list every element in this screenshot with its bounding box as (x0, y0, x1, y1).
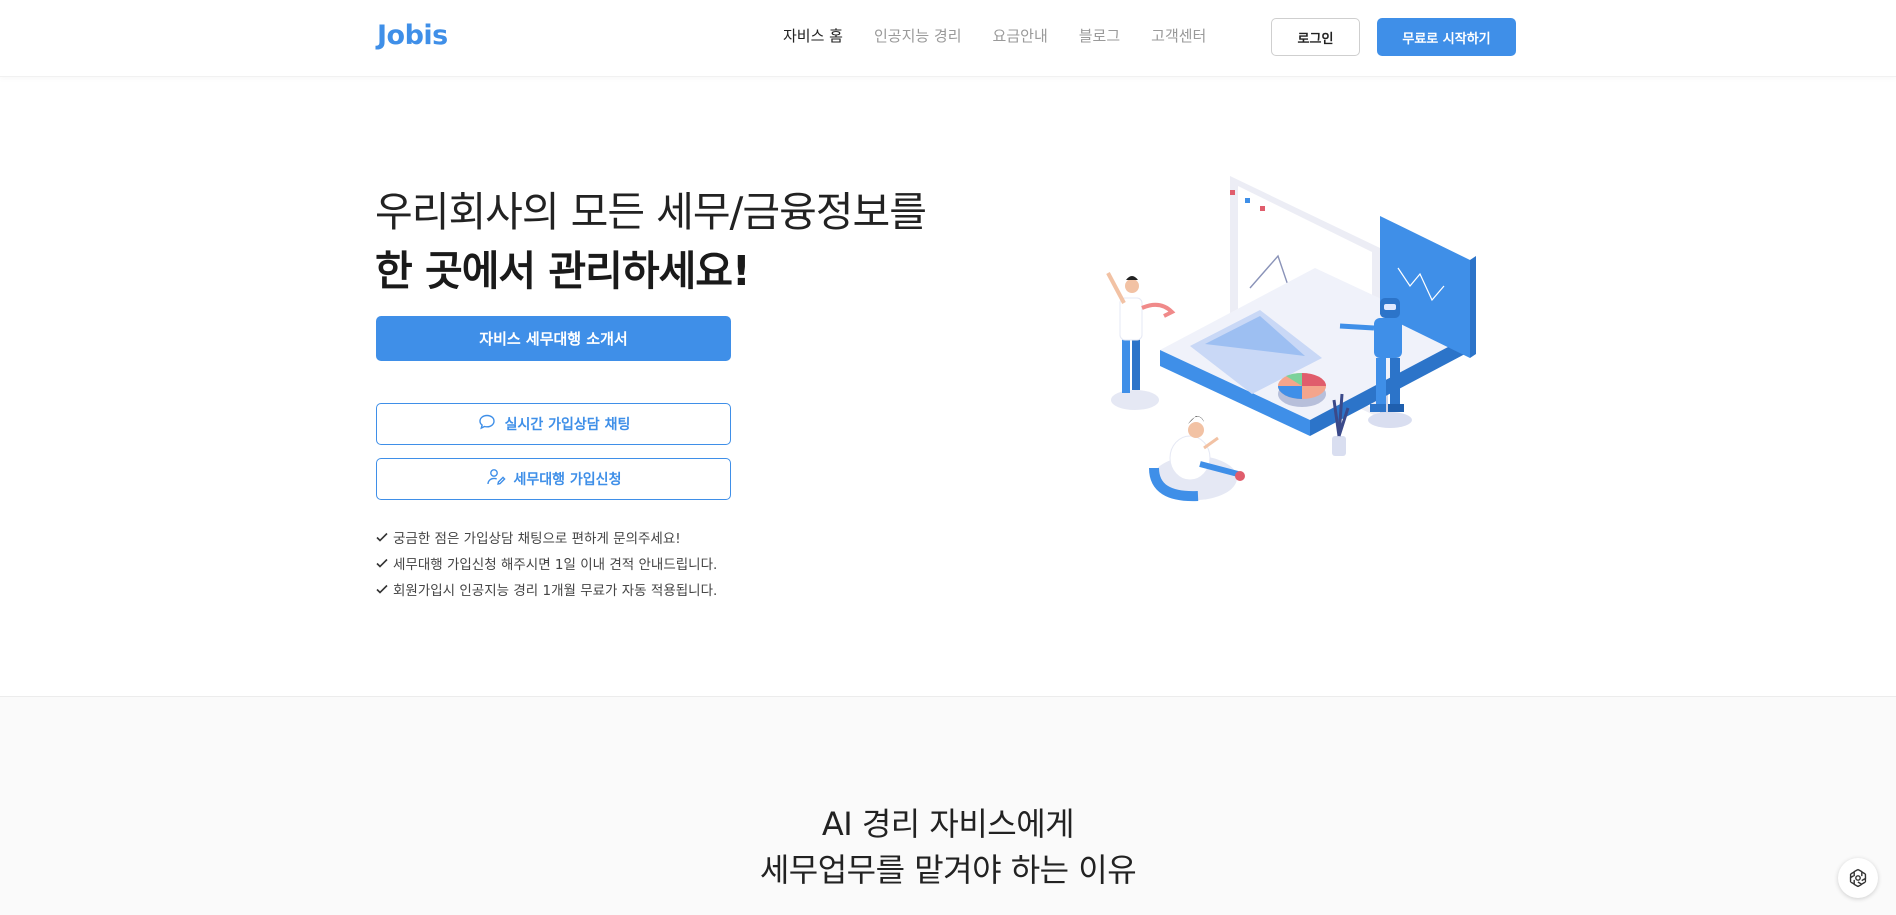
notes-list: 궁금한 점은 가입상담 채팅으로 편하게 문의주세요! 세무대행 가입신청 해주… (375, 524, 717, 602)
list-item: 궁금한 점은 가입상담 채팅으로 편하게 문의주세요! (375, 524, 717, 550)
check-icon (376, 532, 388, 542)
logo[interactable]: Jobis (377, 20, 448, 51)
main-nav: 자비스 홈 인공지능 경리 요금안내 블로그 고객센터 (783, 25, 1237, 46)
nav-item-pricing[interactable]: 요금안내 (993, 25, 1048, 46)
why-title-line1: AI 경리 자비스에게 (821, 805, 1075, 843)
nav-item-ai-bookkeeper[interactable]: 인공지능 경리 (874, 25, 962, 46)
hero-illustration (1106, 176, 1476, 502)
apply-label: 세무대행 가입신청 (513, 472, 622, 488)
why-title-line2: 세무업무를 맡겨야 하는 이유 (759, 851, 1137, 889)
top-navbar: Jobis 자비스 홈 인공지능 경리 요금안내 블로그 고객센터 로그인 무료… (0, 0, 1896, 77)
live-chat-label: 실시간 가입상담 채팅 (504, 417, 631, 433)
list-item: 세무대행 가입신청 해주시면 1일 이내 견적 안내드립니다. (375, 550, 717, 576)
login-button[interactable]: 로그인 (1271, 18, 1360, 56)
user-edit-icon (486, 467, 506, 491)
chat-bubble-icon (477, 412, 497, 436)
intro-brochure-button[interactable]: 자비스 세무대행 소개서 (376, 316, 731, 361)
nav-item-support[interactable]: 고객센터 (1151, 25, 1206, 46)
assistant-button[interactable] (1838, 858, 1878, 898)
nav-item-home[interactable]: 자비스 홈 (783, 25, 843, 46)
note-text: 세무대행 가입신청 해주시면 1일 이내 견적 안내드립니다. (393, 557, 718, 573)
list-item: 회원가입시 인공지능 경리 1개월 무료가 자동 적용됩니다. (375, 576, 717, 602)
nav-item-blog[interactable]: 블로그 (1079, 25, 1120, 46)
live-chat-button[interactable]: 실시간 가입상담 채팅 (376, 403, 731, 445)
why-section: AI 경리 자비스에게 세무업무를 맡겨야 하는 이유 (0, 696, 1896, 915)
hero-title-line2: 한 곳에서 관리하세요! (375, 247, 751, 295)
apply-tax-service-button[interactable]: 세무대행 가입신청 (376, 458, 731, 500)
note-text: 회원가입시 인공지능 경리 1개월 무료가 자동 적용됩니다. (393, 583, 718, 599)
check-icon (376, 558, 388, 568)
note-text: 궁금한 점은 가입상담 채팅으로 편하게 문의주세요! (393, 531, 681, 547)
check-icon (376, 584, 388, 594)
start-free-button[interactable]: 무료로 시작하기 (1377, 18, 1516, 56)
hero-title-line1: 우리회사의 모든 세무/금융정보를 (375, 188, 927, 236)
openai-icon (1849, 868, 1867, 888)
